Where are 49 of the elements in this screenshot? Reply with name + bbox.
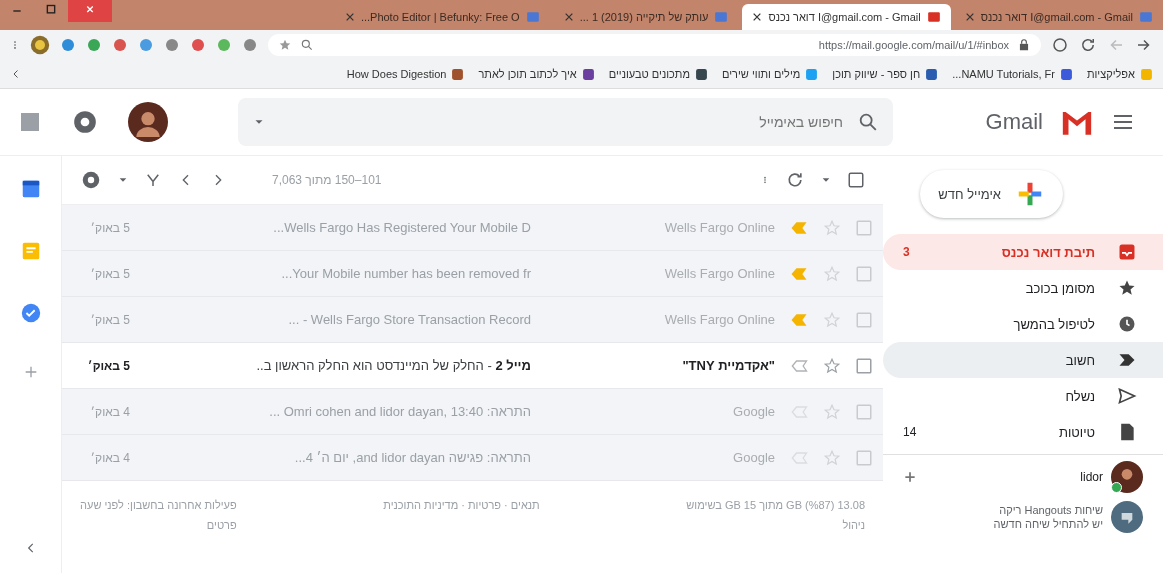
tab-title: Photo Editor | Befunky: Free O... xyxy=(360,11,520,23)
subject-text: Wells Fargo Has Registered Your Mobile D... xyxy=(273,220,532,235)
nav-item[interactable]: חשוב xyxy=(883,342,1163,378)
bookmark[interactable]: מילים ותווי שירים xyxy=(722,67,819,81)
nav-item[interactable]: לטיפול בהמשך xyxy=(883,306,1163,342)
subject-text: מייל 2 - החלק של המיינדסט הוא החלק הראשון ב.. xyxy=(256,358,532,373)
browser-tab[interactable]: עותק של תיקייה (2019) 1 ... xyxy=(553,4,739,30)
nav-item[interactable]: נשלח xyxy=(883,378,1163,414)
tab-title: עותק של תיקייה (2019) 1 ... xyxy=(579,11,709,23)
address-bar[interactable]: https://mail.google.com/mail/u/1/#inbox xyxy=(268,34,1041,56)
search-bar[interactable]: חיפוש באימייל xyxy=(238,98,893,146)
compose-button[interactable]: אימייל חדש xyxy=(920,170,1063,218)
tab-title: I@gmail.com - Gmail דואר נכנס xyxy=(768,11,921,23)
date-text: 5 באוק׳ xyxy=(86,358,130,373)
subject-text: התראה: Omri cohen and lidor dayan, 13:40 ... xyxy=(269,404,532,419)
date-text: 4 באוק׳ xyxy=(89,404,130,419)
sender-name: Wells Fargo Online xyxy=(663,266,775,281)
date-text: 5 באוק׳ xyxy=(89,312,130,327)
bookmark[interactable]: חן ספר - שיווק תוכן xyxy=(832,67,939,81)
sender-name: Wells Fargo Online xyxy=(663,220,775,235)
bookmark[interactable]: מתכונים טבעוניים xyxy=(608,67,708,81)
user-name[interactable]: lidor xyxy=(1080,470,1103,484)
activity-text: פעילות אחרונה בחשבון: לפני שעה xyxy=(80,499,237,511)
tab-title: I@gmail.com - Gmail דואר נכנס xyxy=(980,11,1133,23)
pagination-text: 101–150 מתוך 7,063 xyxy=(272,173,382,187)
hangouts-hint: יש להתחיל שיחה חדשה xyxy=(993,518,1103,530)
bookmark[interactable]: איך לכתוב תוכן לאתר xyxy=(478,67,595,81)
bookmark[interactable]: אפליקציות xyxy=(1086,67,1153,81)
subject-text: התראה: פגישה and lidor dayan, יום ה׳ 4... xyxy=(294,450,532,465)
date-text: 5 באוק׳ xyxy=(89,220,130,235)
sender-name: Google xyxy=(732,404,775,419)
bookmark[interactable]: How Does Digestion xyxy=(346,67,465,81)
sender-name: Wells Fargo Online xyxy=(663,312,775,327)
search-field[interactable]: חיפוש באימייל xyxy=(278,113,845,131)
subject-text: Wells Fargo Store Transaction Record - ... xyxy=(288,312,532,327)
sender-name: Google xyxy=(732,450,775,465)
date-text: 4 באוק׳ xyxy=(89,450,130,465)
browser-tab[interactable]: Photo Editor | Befunky: Free O... xyxy=(334,4,550,30)
date-text: 5 באוק׳ xyxy=(89,266,130,281)
subject-text: Your Mobile number has been removed fr... xyxy=(281,266,532,281)
url-text: https://mail.google.com/mail/u/1/#inbox xyxy=(818,39,1009,51)
storage-text: 13.08 GB (%87) מתוך 15 GB בשימוש xyxy=(686,499,865,511)
browser-tab[interactable]: I@gmail.com - Gmail דואר נכנס xyxy=(742,4,951,30)
bookmark[interactable]: NAMU Tutorials, Fr... xyxy=(952,67,1073,81)
hangouts-text: שיחות Hangouts ריקה xyxy=(998,504,1103,516)
sender-name: "אקדמיית TNY" xyxy=(681,358,775,373)
browser-tab[interactable]: I@gmail.com - Gmail דואר נכנס xyxy=(954,4,1163,30)
logo-text: Gmail xyxy=(985,109,1043,135)
nav-item[interactable]: מסומן בכוכב xyxy=(883,270,1163,306)
